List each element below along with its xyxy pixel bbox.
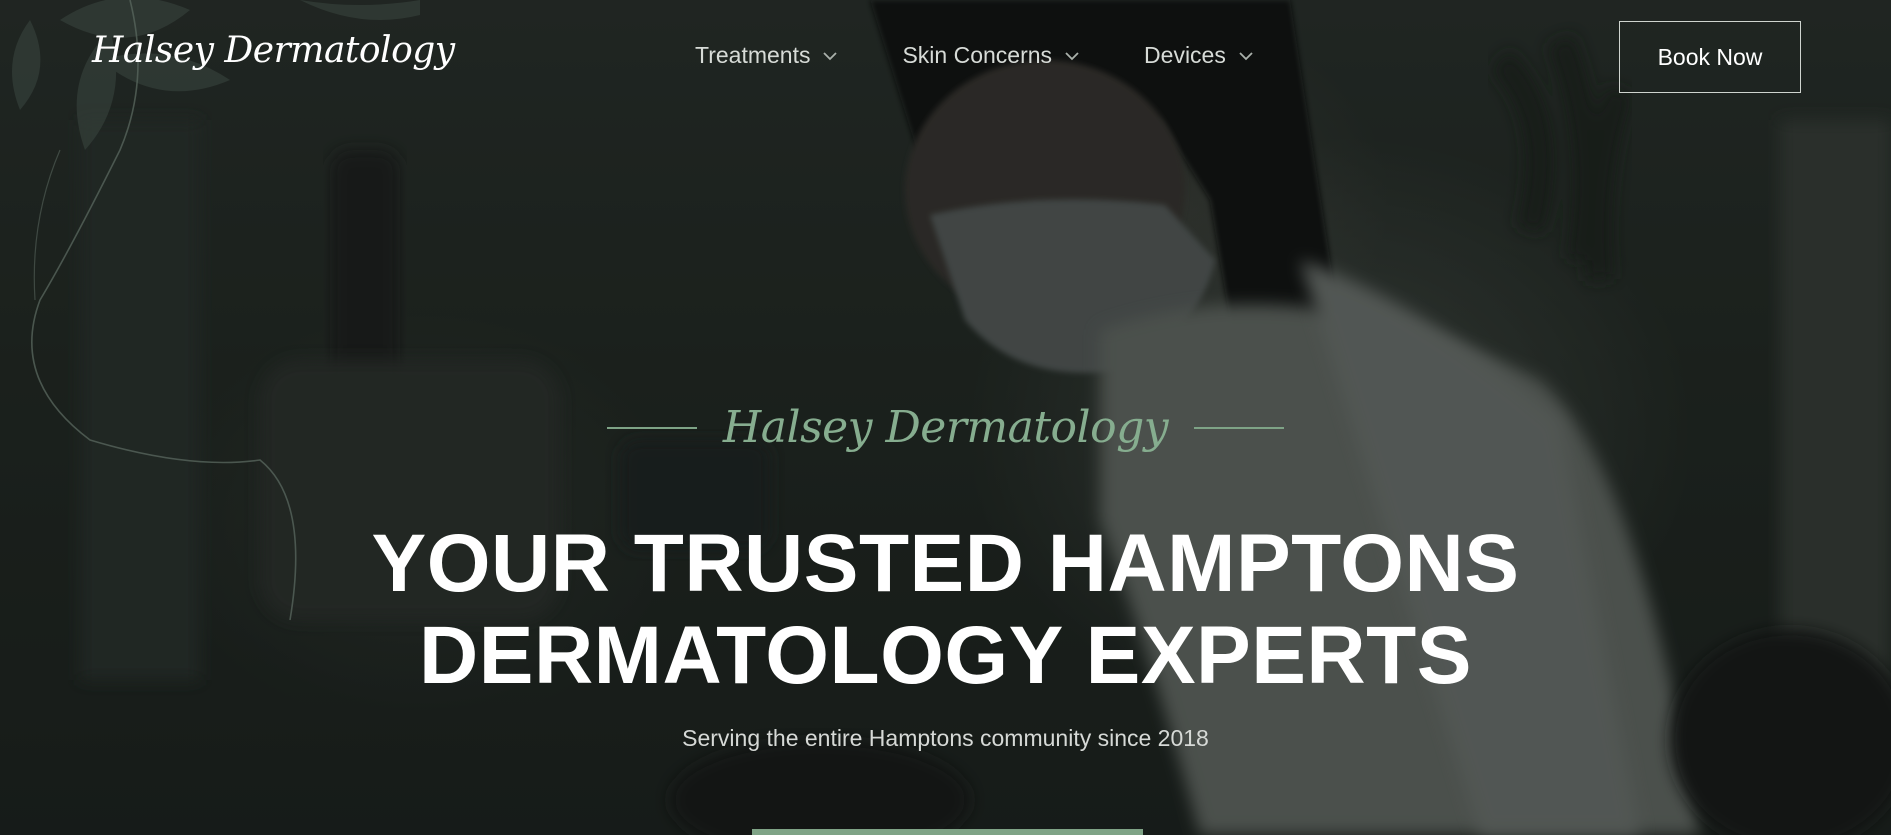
book-now-button[interactable]: Book Now	[1619, 21, 1801, 93]
chevron-down-icon	[1239, 51, 1253, 60]
hero-section: Halsey Dermatology Treatments Skin Conce…	[0, 0, 1891, 835]
hero-eyebrow-text: Halsey Dermatology	[722, 402, 1169, 453]
hero-headline: YOUR TRUSTED HAMPTONS DERMATOLOGY EXPERT…	[0, 518, 1891, 702]
nav-item-label: Treatments	[695, 42, 811, 68]
hero-cta-button[interactable]	[752, 829, 1143, 835]
hero-headline-line-2: DERMATOLOGY EXPERTS	[419, 610, 1472, 701]
site-header: Halsey Dermatology Treatments Skin Conce…	[0, 0, 1891, 115]
nav-item-devices[interactable]: Devices	[1144, 42, 1256, 69]
chevron-down-icon	[1065, 51, 1079, 60]
main-nav: Treatments Skin Concerns Devices	[695, 42, 1318, 69]
eyebrow-divider-right	[1194, 426, 1285, 429]
site-logo[interactable]: Halsey Dermatology	[92, 30, 455, 71]
chevron-down-icon	[823, 51, 838, 60]
nav-item-treatments[interactable]: Treatments	[695, 42, 840, 69]
hero-eyebrow: Halsey Dermatology	[0, 402, 1891, 453]
nav-item-label: Skin Concerns	[902, 42, 1053, 68]
hero-subtitle: Serving the entire Hamptons community si…	[682, 725, 1209, 751]
nav-item-label: Devices	[1144, 42, 1226, 68]
nav-item-skin-concerns[interactable]: Skin Concerns	[902, 42, 1082, 69]
hero-headline-line-1: YOUR TRUSTED HAMPTONS	[371, 518, 1520, 609]
eyebrow-divider-left	[606, 426, 697, 429]
